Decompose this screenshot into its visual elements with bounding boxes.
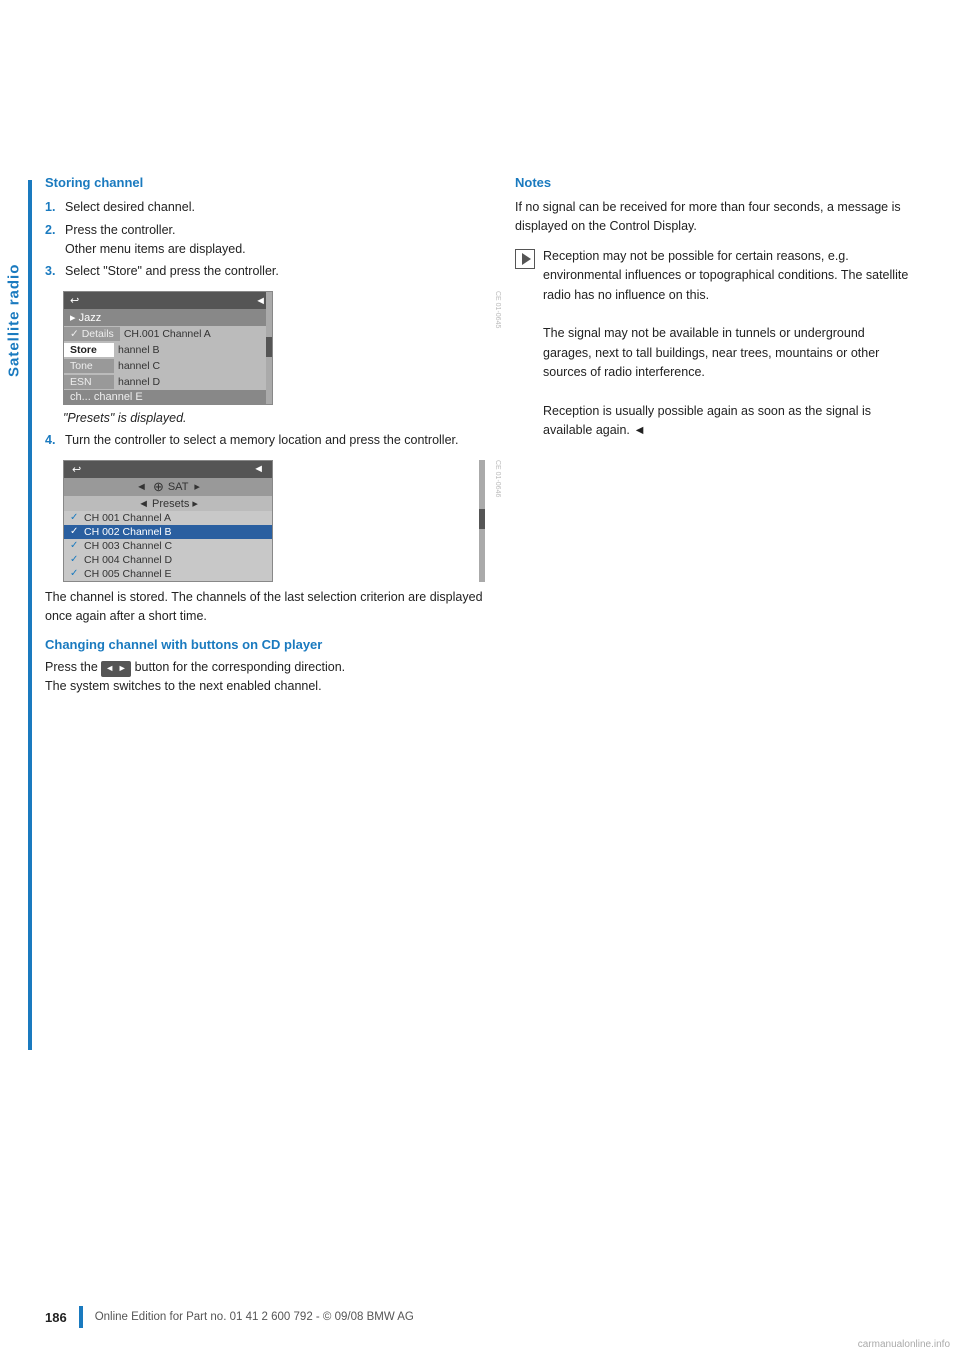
screen1-mockup: ↩ ◄ ▸ Jazz ✓ Details CH.001 Channel A St… [63, 291, 273, 405]
back-icon: ↩ [70, 294, 79, 307]
row-label-store: Store [64, 343, 114, 357]
step-text-4: Turn the controller to select a memory l… [65, 431, 485, 450]
screen1-scrollbar [266, 292, 272, 404]
row-content-cha: CH.001 Channel A [120, 327, 215, 341]
screen2-scrollbar [479, 460, 485, 582]
arrow-right: ▸ [194, 480, 200, 493]
step-num: 1. [45, 198, 59, 217]
arrow-left: ◄ [136, 481, 147, 493]
note-icon-text: Reception may not be possible for certai… [543, 247, 915, 441]
top-icon: ◄ [255, 295, 266, 307]
channel-row-1: ✓ CH 001 Channel A [64, 511, 272, 525]
screen1-jazz: ▸ Jazz [64, 309, 272, 326]
screen-row-tone: Tone hannel C [64, 358, 272, 374]
footer-text: Online Edition for Part no. 01 41 2 600 … [95, 1311, 414, 1323]
screen1-topbar: ↩ ◄ [64, 292, 272, 309]
notes-title: Notes [515, 175, 915, 190]
steps-list-2: 4. Turn the controller to select a memor… [45, 431, 485, 450]
presets-note: "Presets" is displayed. [63, 411, 485, 425]
row-label-esn: ESN [64, 375, 114, 389]
steps-list: 1. Select desired channel. 2. Press the … [45, 198, 485, 281]
step-num: 2. [45, 221, 59, 259]
row-label-tone: Tone [64, 359, 114, 373]
note-icon [515, 249, 535, 269]
sat-label-group: ⊕ SAT [153, 479, 188, 495]
list-item-4: 4. Turn the controller to select a memor… [45, 431, 485, 450]
check-ch4: ✓ [70, 554, 84, 565]
channel-row-4: ✓ CH 004 Channel D [64, 553, 272, 567]
screen-row-ch001: ✓ Details CH.001 Channel A [64, 326, 272, 342]
accent-bar [28, 180, 32, 1050]
check-ch3: ✓ [70, 540, 84, 551]
sidebar-label: Satellite radio [0, 220, 28, 420]
scrollbar-thumb-2 [479, 509, 485, 529]
notes-para1: If no signal can be received for more th… [515, 198, 915, 237]
screen2-topbar: ↩ ◄ [64, 461, 272, 478]
channel-row-2: ✓ CH 002 Channel B [64, 525, 272, 539]
screen-row-esn: ESN hannel D [64, 374, 272, 390]
row-label-details: ✓ Details [64, 327, 120, 341]
changing-channel-text: Press the ◄ ► button for the correspondi… [45, 658, 485, 696]
sat-icon: ⊕ [153, 479, 164, 495]
list-item: 1. Select desired channel. [45, 198, 485, 217]
screen1-rows: ✓ Details CH.001 Channel A Store hannel … [64, 326, 272, 404]
back-icon-2: ↩ [72, 463, 81, 476]
ch1-label: CH 001 Channel A [84, 512, 171, 524]
screen2-mockup: ↩ ◄ ◄ ⊕ SAT ▸ ◄ Presets ▸ ✓ [63, 460, 273, 582]
list-item: 3. Select "Store" and press the controll… [45, 262, 485, 281]
right-column: Notes If no signal can be received for m… [515, 175, 915, 702]
two-column-layout: Storing channel 1. Select desired channe… [45, 175, 915, 702]
side-code-2: CE 01-0646 [494, 460, 501, 497]
cd-button: ◄ ► [101, 661, 131, 677]
storing-channel-title: Storing channel [45, 175, 485, 190]
footer: 186 Online Edition for Part no. 01 41 2 … [45, 1306, 915, 1328]
step-num: 3. [45, 262, 59, 281]
screen2-presets-bar: ◄ Presets ▸ [64, 496, 272, 511]
row-content-chc: hannel C [114, 359, 164, 373]
ch3-label: CH 003 Channel C [84, 540, 172, 552]
step-text: Select desired channel. [65, 198, 485, 217]
screen-row-che: ch... channel E [64, 390, 272, 404]
ch2-label: CH 002 Channel B [84, 526, 172, 538]
screen-row-store: Store hannel B [64, 342, 272, 358]
screen2-sat-bar: ◄ ⊕ SAT ▸ [64, 478, 272, 496]
top-icon-2: ◄ [253, 463, 264, 475]
note-box: Reception may not be possible for certai… [515, 247, 915, 441]
list-item: 2. Press the controller.Other menu items… [45, 221, 485, 259]
check-ch5: ✓ [70, 568, 84, 579]
channel-row-3: ✓ CH 003 Channel C [64, 539, 272, 553]
left-column: Storing channel 1. Select desired channe… [45, 175, 485, 702]
row-content-chb: hannel B [114, 343, 163, 357]
scrollbar-thumb [266, 337, 272, 357]
changing-channel-title: Changing channel with buttons on CD play… [45, 637, 485, 652]
watermark: carmanualonline.info [858, 1339, 950, 1350]
step-num-4: 4. [45, 431, 59, 450]
check-ch2: ✓ [70, 526, 84, 537]
main-content: Storing channel 1. Select desired channe… [45, 175, 915, 702]
step-text: Select "Store" and press the controller. [65, 262, 485, 281]
ch5-label: CH 005 Channel E [84, 568, 172, 580]
channel-row-5: ✓ CH 005 Channel E [64, 567, 272, 581]
side-code-1: CE 01-0645 [494, 291, 501, 328]
ch4-label: CH 004 Channel D [84, 554, 172, 566]
row-content-chd: hannel D [114, 375, 164, 389]
footer-bar [79, 1306, 83, 1328]
check-ch1: ✓ [70, 512, 84, 523]
page-number: 186 [45, 1310, 67, 1325]
step-text: Press the controller.Other menu items ar… [65, 221, 485, 259]
play-triangle-icon [522, 253, 531, 265]
sat-label: SAT [168, 481, 189, 493]
stored-text: The channel is stored. The channels of t… [45, 588, 485, 626]
